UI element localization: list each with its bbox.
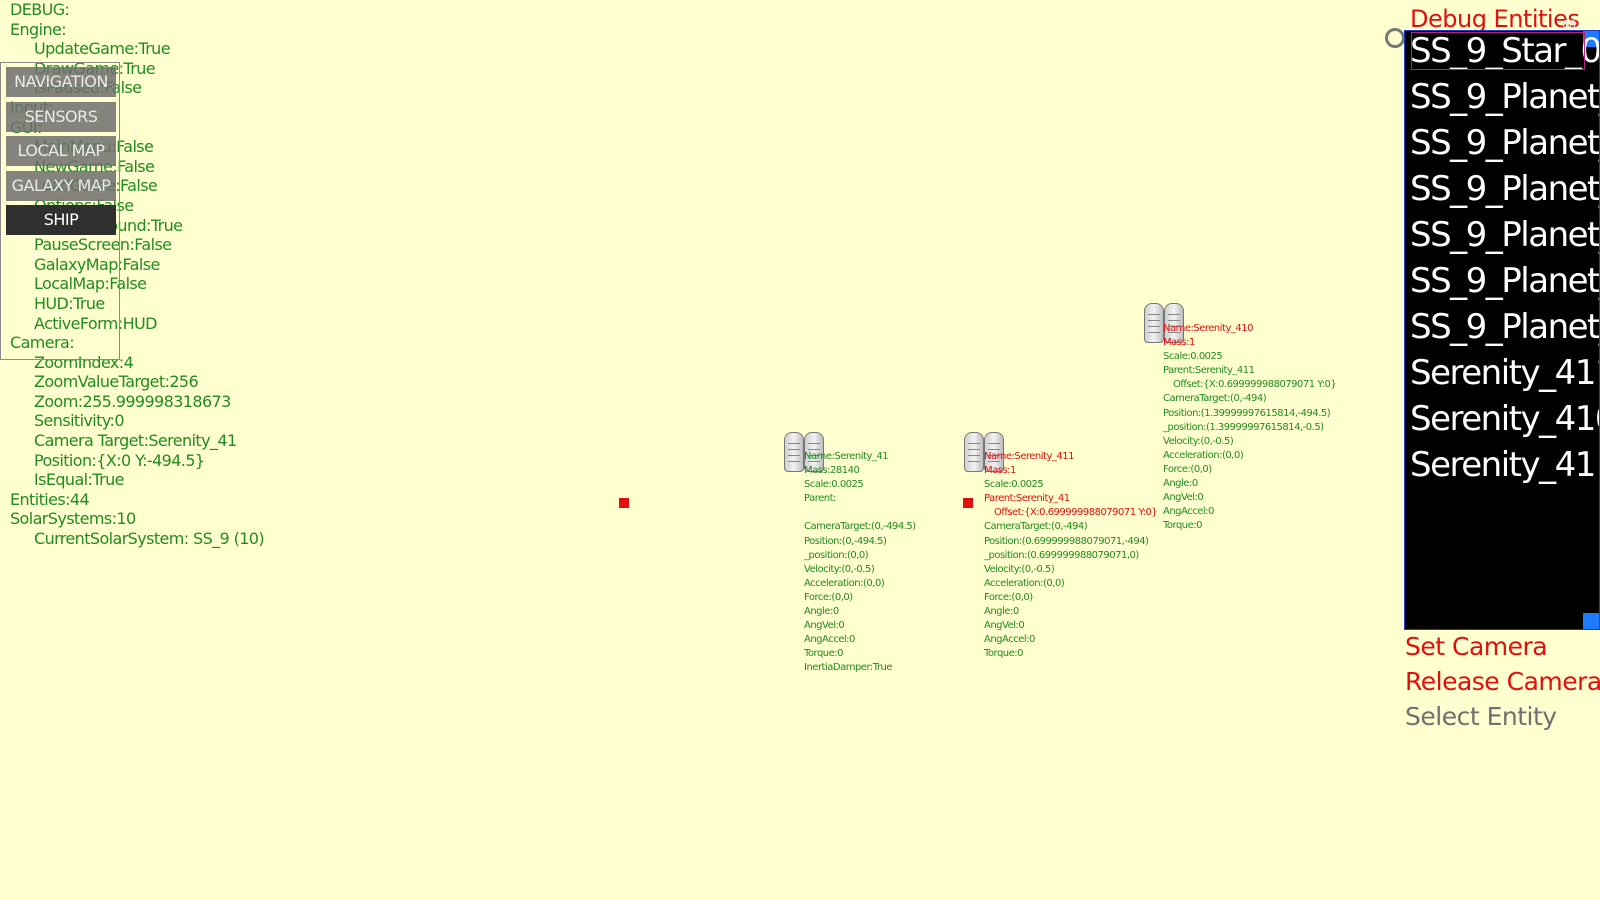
entity-info-serenity-411: Name:Serenity_411 Mass:1 Scale:0.0025 Paren… (984, 450, 1158, 661)
entity-list-item[interactable]: SS_9_Planet_5 (1410, 77, 1599, 117)
debug-line: ZoomValueTarget:256 (34, 372, 199, 392)
entity-info-line: InertiaDamper:True (804, 662, 892, 674)
entity-info-line: _position:(0,0) (804, 549, 869, 561)
entity-marker (619, 498, 629, 508)
entity-info-line: Position:(0,-494.5) (804, 535, 887, 547)
entity-info-line: Acceleration:(0,0) (984, 577, 1065, 589)
entity-info-line: Parent: (804, 493, 836, 505)
drag-handle-icon[interactable] (1385, 28, 1405, 48)
debug-line: Zoom:255.999998318673 (34, 391, 231, 411)
entity-info-line: Velocity:(0,-0.5) (804, 563, 875, 575)
debug-entities-title: Debug Entities (1410, 5, 1580, 33)
ship-pod-icon (964, 432, 984, 472)
entity-info-line: Angle:0 (984, 606, 1019, 618)
entity-info-line: Velocity:(0,-0.5) (984, 563, 1055, 575)
entity-info-line: Mass:28140 (804, 465, 860, 477)
entity-info-serenity-41: Name:Serenity_41 Mass:28140 Scale:0.0025 Pa… (804, 450, 916, 676)
debug-line: Entities:44 (10, 489, 90, 509)
debug-line: UpdateGame:True (34, 39, 171, 59)
debug-entities-list[interactable]: SS_9_Star_0 SS_9_Planet_5 SS_9_Planet_4 SS_… (1404, 30, 1600, 630)
entity-info-line: Name:Serenity_410 (1163, 323, 1253, 334)
entity-info-line: Mass:1 (1163, 337, 1195, 349)
entity-info-line: Offset:{X:0.699999988079071 Y:0} (994, 507, 1158, 519)
entity-list-item[interactable]: SS_9_Planet_3 (1410, 307, 1599, 347)
release-camera-button[interactable]: Release Camera (1405, 667, 1600, 696)
entity-info-line: AngAccel:0 (804, 634, 855, 646)
debug-line: Position:{X:0 Y:-494.5} (34, 450, 205, 470)
entity-info-line: Angle:0 (804, 606, 839, 618)
entity-info-line: CameraTarget:(0,-494.5) (804, 521, 916, 533)
set-camera-button[interactable]: Set Camera (1405, 632, 1548, 661)
entity-info-line: Mass:1 (984, 465, 1016, 477)
entity-info-line: Angle:0 (1163, 478, 1198, 490)
entity-info-line: Parent:Serenity_411 (1163, 365, 1255, 377)
nav-panel: NAVIGATION SENSORS LOCAL MAP GALAXY MAP SHIP (0, 62, 120, 360)
debug-line: DEBUG: (10, 0, 70, 19)
entity-list-item[interactable]: SS_9_Planet_1 (1410, 169, 1599, 209)
debug-line: Camera Target:Serenity_41 (34, 431, 237, 451)
entity-info-line: Torque:0 (1163, 520, 1203, 532)
entity-info-line: Position:(0.699999988079071,-494) (984, 535, 1149, 547)
nav-button-galaxy-map[interactable]: GALAXY MAP (6, 170, 116, 201)
entity-info-line: Torque:0 (984, 648, 1024, 660)
debug-line: CurrentSolarSystem: SS_9 (10) (34, 529, 265, 549)
entity-list-item[interactable]: SS_9_Planet_4 (1410, 123, 1599, 163)
entity-info-serenity-410: Name:Serenity_410 Mass:1 Scale:0.0025 Paren… (1163, 322, 1337, 533)
entity-info-line: Force:(0,0) (984, 591, 1033, 603)
entity-list-item[interactable]: Serenity_411 (1410, 353, 1599, 393)
entity-info-line: Name:Serenity_411 (984, 451, 1074, 462)
entity-info-line: _position:(0.699999988079071,0) (984, 549, 1139, 561)
nav-button-sensors[interactable]: SENSORS (6, 101, 116, 132)
nav-button-navigation[interactable]: NAVIGATION (6, 67, 116, 97)
entity-info-line (804, 506, 916, 520)
entity-info-line: CameraTarget:(0,-494) (984, 521, 1088, 533)
entity-info-line: Velocity:(0,-0.5) (1163, 435, 1234, 447)
entity-info-line: Name:Serenity_41 (804, 451, 889, 462)
debug-line: SolarSystems:10 (10, 509, 136, 529)
nav-button-local-map[interactable]: LOCAL MAP (6, 136, 116, 166)
entity-info-line: Force:(0,0) (1163, 463, 1212, 475)
select-entity-button[interactable]: Select Entity (1405, 702, 1557, 731)
debug-line: IsEqual:True (34, 470, 124, 490)
debug-line: Sensitivity:0 (34, 411, 125, 431)
entity-info-line: AngVel:0 (1163, 492, 1204, 504)
entity-list-item[interactable]: Serenity_41 (1410, 445, 1596, 485)
entity-info-line: AngVel:0 (804, 620, 845, 632)
entity-info-line: AngVel:0 (984, 620, 1025, 632)
entity-info-line: AngAccel:0 (1163, 506, 1214, 518)
entity-info-line: Torque:0 (804, 648, 844, 660)
scrollbar-bottom-thumb[interactable] (1583, 613, 1599, 629)
entity-info-line: Position:(1.39999997615814,-494.5) (1163, 407, 1331, 419)
entity-info-line: Scale:0.0025 (804, 479, 864, 491)
entity-info-line: CameraTarget:(0,-494) (1163, 393, 1267, 405)
nav-button-ship[interactable]: SHIP (6, 205, 116, 235)
entity-info-line: Acceleration:(0,0) (804, 577, 885, 589)
entity-info-line: Scale:0.0025 (984, 479, 1044, 491)
entity-info-line: Parent:Serenity_41 (984, 493, 1070, 505)
ship-pod-icon (1144, 303, 1164, 343)
entity-list-item[interactable]: SS_9_Planet_2 (1410, 215, 1599, 255)
entity-list-item[interactable]: Serenity_410 (1410, 399, 1599, 439)
entity-info-line: _position:(1.39999997615814,-0.5) (1163, 421, 1324, 433)
entity-marker (963, 498, 973, 508)
entity-list-item[interactable]: SS_9_Planet_6 (1410, 261, 1599, 301)
entity-list-item[interactable]: SS_9_Star_0 (1410, 31, 1599, 71)
entity-info-line: Acceleration:(0,0) (1163, 449, 1244, 461)
entity-info-line: Scale:0.0025 (1163, 351, 1223, 363)
entity-info-line: AngAccel:0 (984, 634, 1035, 646)
entity-info-line: Force:(0,0) (804, 591, 853, 603)
debug-line: Engine: (10, 19, 67, 39)
entity-info-line: Offset:{X:0.699999988079071 Y:0} (1173, 379, 1337, 391)
ship-pod-icon (784, 432, 804, 472)
